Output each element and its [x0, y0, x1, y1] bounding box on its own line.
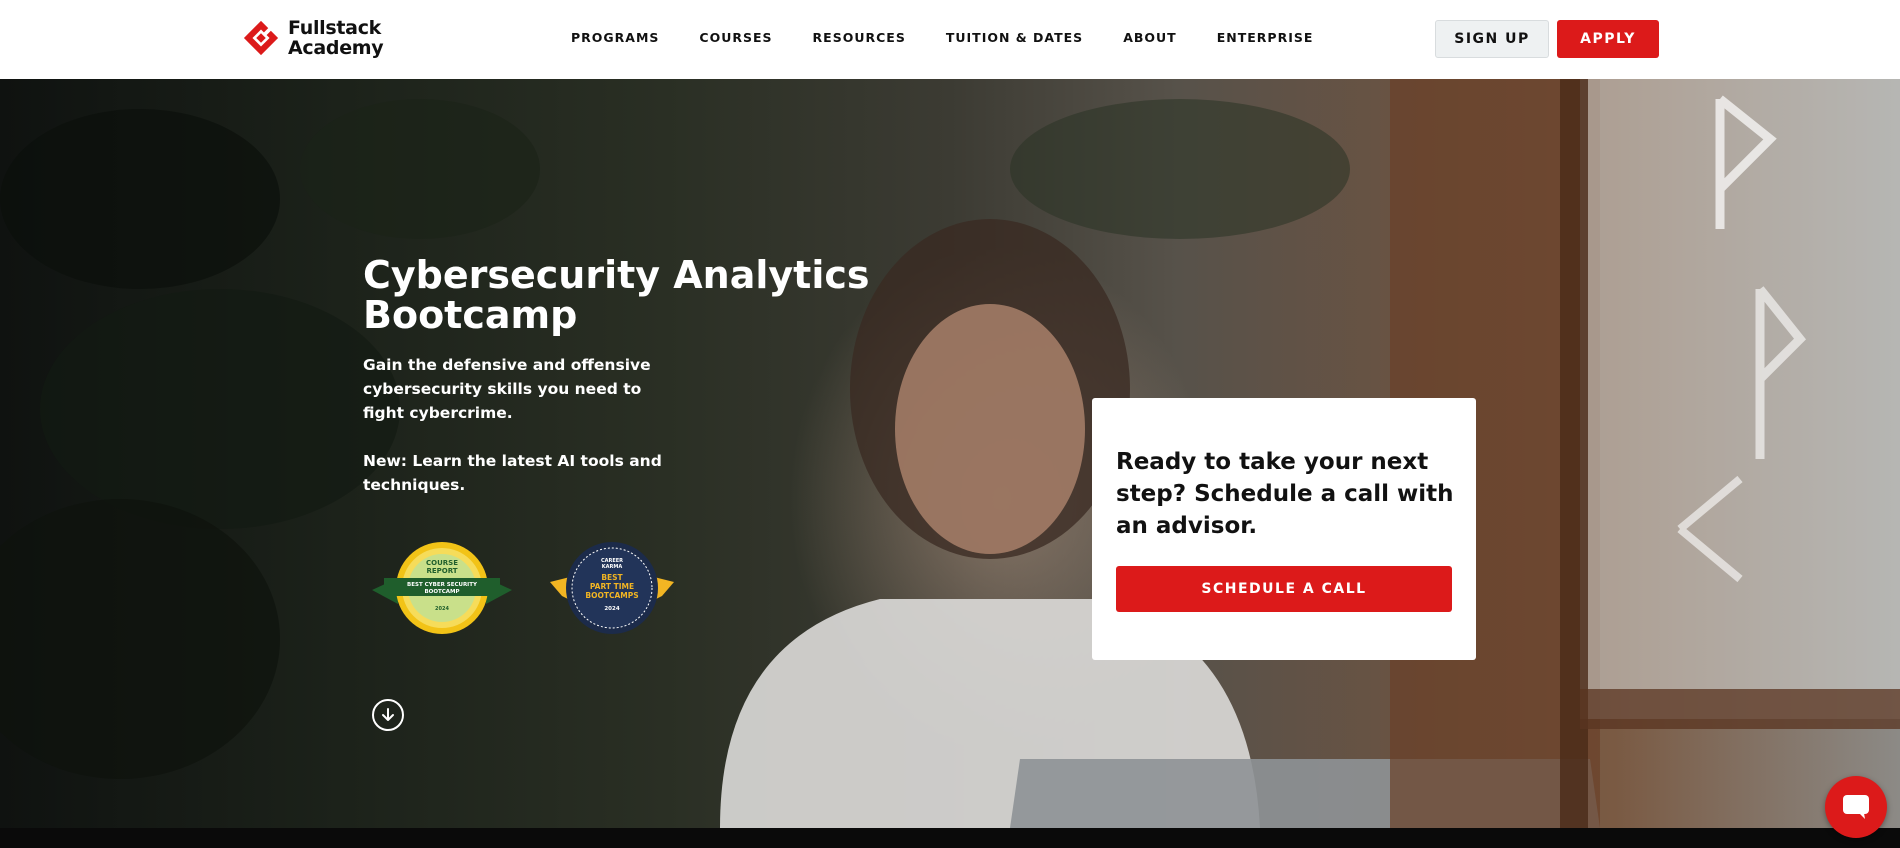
- hero-description: Gain the defensive and offensive cyberse…: [363, 356, 651, 422]
- apply-button[interactable]: APPLY: [1557, 20, 1659, 58]
- site-header: Fullstack Academy PROGRAMS COURSES RESOU…: [0, 0, 1900, 79]
- badge1-line1: COURSE: [426, 559, 458, 567]
- logo-line-2: Academy: [288, 37, 384, 59]
- badge1-line3: BEST CYBER SECURITY: [407, 582, 478, 588]
- chat-widget-button[interactable]: [1825, 776, 1887, 838]
- badge1-year: 2024: [435, 606, 449, 612]
- nav-about[interactable]: ABOUT: [1123, 30, 1177, 45]
- badge2-year: 2024: [604, 606, 619, 612]
- main-nav: PROGRAMS COURSES RESOURCES TUITION & DAT…: [571, 30, 1353, 45]
- badge1-line2: REPORT: [426, 567, 457, 575]
- logo-wordmark: Fullstack Academy: [288, 17, 384, 59]
- advisor-cta-card: Ready to take your next step? Schedule a…: [1092, 398, 1476, 660]
- badge2-line2: KARMA: [602, 564, 623, 570]
- scroll-down-button[interactable]: [372, 699, 404, 731]
- badge2-line3: BEST: [601, 573, 623, 582]
- career-karma-badge-icon: CAREER KARMA BEST PART TIME BOOTCAMPS 20…: [550, 542, 674, 634]
- cta-heading: Ready to take your next step? Schedule a…: [1116, 449, 1454, 539]
- course-report-badge-icon: COURSE REPORT BEST CYBER SECURITY BOOTCA…: [372, 542, 512, 634]
- nav-programs[interactable]: PROGRAMS: [571, 30, 659, 45]
- arrow-down-icon: [382, 708, 394, 721]
- hero-title: Cybersecurity Analytics Bootcamp: [363, 253, 870, 337]
- logo-line-1: Fullstack: [288, 17, 381, 39]
- badge2-line5: BOOTCAMPS: [585, 591, 638, 600]
- bottom-strip: [0, 828, 1900, 848]
- logo-diamond-icon: [243, 20, 279, 56]
- badge2-line4: PART TIME: [590, 582, 634, 591]
- sign-up-button[interactable]: SIGN UP: [1435, 20, 1549, 58]
- nav-courses[interactable]: COURSES: [699, 30, 772, 45]
- fullstack-academy-logo[interactable]: Fullstack Academy: [242, 17, 384, 59]
- badge1-line4: BOOTCAMP: [424, 589, 459, 595]
- chat-bubble-icon: [1843, 795, 1869, 819]
- nav-resources[interactable]: RESOURCES: [813, 30, 906, 45]
- hero-new-note: New: Learn the latest AI tools and techn…: [363, 452, 662, 494]
- schedule-call-button[interactable]: SCHEDULE A CALL: [1116, 566, 1452, 612]
- hero-background-photo: [0, 79, 1900, 828]
- nav-tuition-dates[interactable]: TUITION & DATES: [946, 30, 1083, 45]
- hero-section: Cybersecurity Analytics Bootcamp Gain th…: [0, 79, 1900, 828]
- nav-enterprise[interactable]: ENTERPRISE: [1217, 30, 1314, 45]
